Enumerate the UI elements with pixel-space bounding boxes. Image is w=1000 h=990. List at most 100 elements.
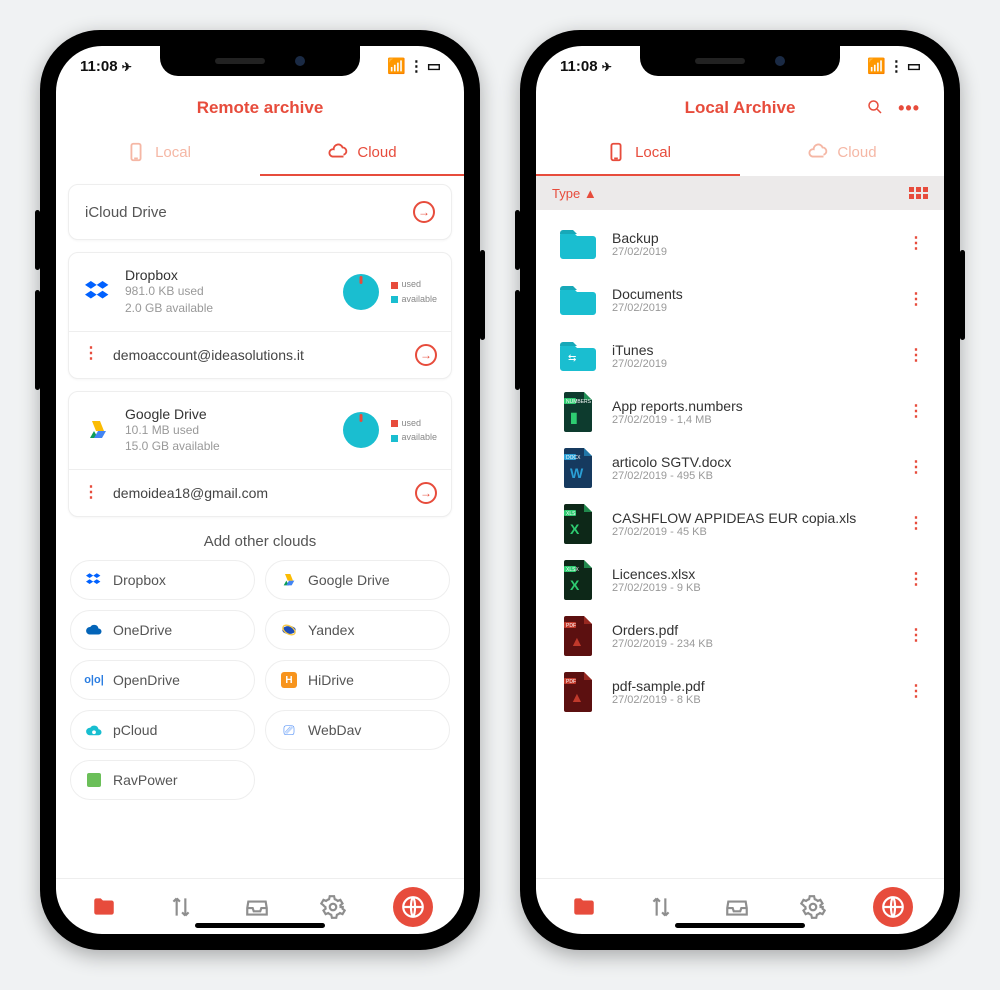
- tab-local[interactable]: Local: [536, 130, 740, 176]
- file-row[interactable]: XXLSXLicences.xlsx27/02/2019 - 9 KB⋮: [536, 552, 944, 608]
- svg-text:NUMBERS: NUMBERS: [566, 399, 592, 405]
- row-more-icon[interactable]: ⋮: [908, 409, 924, 415]
- file-name: Orders.pdf: [612, 622, 894, 638]
- webdav-icon: ⎚: [280, 721, 298, 739]
- file-icon: WDOCX: [558, 448, 598, 488]
- file-meta: 27/02/2019 - 234 KB: [612, 638, 894, 650]
- chip-label: HiDrive: [308, 672, 354, 688]
- file-row[interactable]: ▮NUMBERSApp reports.numbers27/02/2019 - …: [536, 384, 944, 440]
- hidrive-icon: H: [280, 671, 298, 689]
- row-more-icon[interactable]: ⋮: [908, 521, 924, 527]
- more-icon[interactable]: ⋮: [83, 490, 99, 496]
- chip-label: RavPower: [113, 772, 178, 788]
- file-row[interactable]: ▲PDFOrders.pdf27/02/2019 - 234 KB⋮: [536, 608, 944, 664]
- tab-inbox[interactable]: [720, 890, 754, 924]
- row-more-icon[interactable]: ⋮: [908, 689, 924, 695]
- usage-legend: used available: [391, 277, 437, 306]
- usage-donut-icon: [343, 274, 379, 310]
- add-cloud-pcloud[interactable]: pCloud: [70, 710, 255, 750]
- header: Local Archive •••: [536, 86, 944, 130]
- add-cloud-hidrive[interactable]: H HiDrive: [265, 660, 450, 700]
- usage-legend: used available: [391, 416, 437, 445]
- tab-local[interactable]: Local: [56, 130, 260, 176]
- file-icon: ▮NUMBERS: [558, 392, 598, 432]
- icloud-drive-row[interactable]: iCloud Drive →: [68, 184, 452, 240]
- file-icon: XXLSX: [558, 560, 598, 600]
- home-indicator[interactable]: [675, 923, 805, 928]
- signal-icon: 📶: [387, 57, 405, 75]
- row-more-icon[interactable]: ⋮: [908, 241, 924, 247]
- tab-transfers[interactable]: [164, 890, 198, 924]
- add-cloud-yandex[interactable]: Yandex: [265, 610, 450, 650]
- file-meta: 27/02/2019: [612, 246, 894, 258]
- svg-text:XLSX: XLSX: [566, 567, 579, 573]
- file-row[interactable]: ▲PDFpdf-sample.pdf27/02/2019 - 8 KB⋮: [536, 664, 944, 720]
- add-cloud-webdav[interactable]: ⎚ WebDav: [265, 710, 450, 750]
- chip-label: Yandex: [308, 622, 354, 638]
- notch: [640, 46, 840, 76]
- service-available: 2.0 GB available: [125, 300, 331, 317]
- tab-files[interactable]: [567, 890, 601, 924]
- cloud-service-gdrive[interactable]: Google Drive 10.1 MB used 15.0 GB availa…: [68, 391, 452, 518]
- cloud-icon: [327, 141, 349, 163]
- go-icon[interactable]: →: [415, 344, 437, 366]
- service-account: demoidea18@gmail.com: [113, 485, 401, 501]
- file-row[interactable]: Documents27/02/2019⋮: [536, 272, 944, 328]
- dropbox-icon: [85, 571, 103, 589]
- more-icon[interactable]: ⋮: [83, 351, 99, 357]
- tab-cloud[interactable]: Cloud: [740, 130, 944, 176]
- tab-browser[interactable]: [393, 887, 433, 927]
- go-icon[interactable]: →: [413, 201, 435, 223]
- file-name: Backup: [612, 230, 894, 246]
- grid-view-icon[interactable]: [909, 187, 928, 199]
- phone-icon: [605, 141, 627, 163]
- tab-settings[interactable]: [316, 890, 350, 924]
- row-more-icon[interactable]: ⋮: [908, 297, 924, 303]
- add-cloud-dropbox[interactable]: Dropbox: [70, 560, 255, 600]
- folder-icon: ⇆: [558, 336, 598, 376]
- tab-settings[interactable]: [796, 890, 830, 924]
- yandex-icon: [280, 621, 298, 639]
- phone-frame-remote: 11:08 ✈ 📶 ⋮ ▭ Remote archive Local Cloud…: [40, 30, 480, 950]
- battery-icon: ▭: [907, 57, 920, 75]
- file-row[interactable]: XXLSCASHFLOW APPIDEAS EUR copia.xls27/02…: [536, 496, 944, 552]
- add-cloud-gdrive[interactable]: Google Drive: [265, 560, 450, 600]
- tab-transfers[interactable]: [644, 890, 678, 924]
- chip-label: WebDav: [308, 722, 361, 738]
- tab-inbox[interactable]: [240, 890, 274, 924]
- home-indicator[interactable]: [195, 923, 325, 928]
- segment-tabs: Local Cloud: [56, 130, 464, 176]
- usage-donut-icon: [343, 412, 379, 448]
- tab-browser[interactable]: [873, 887, 913, 927]
- row-more-icon[interactable]: ⋮: [908, 633, 924, 639]
- header: Remote archive: [56, 86, 464, 130]
- row-more-icon[interactable]: ⋮: [908, 577, 924, 583]
- svg-text:⇆: ⇆: [568, 353, 576, 364]
- service-available: 15.0 GB available: [125, 438, 331, 455]
- notch: [160, 46, 360, 76]
- service-name: Dropbox: [125, 267, 331, 283]
- sort-bar[interactable]: Type ▲: [536, 176, 944, 210]
- row-more-icon[interactable]: ⋮: [908, 465, 924, 471]
- add-cloud-onedrive[interactable]: OneDrive: [70, 610, 255, 650]
- file-row[interactable]: ⇆iTunes27/02/2019⋮: [536, 328, 944, 384]
- search-icon[interactable]: [866, 98, 884, 121]
- svg-text:▲: ▲: [570, 633, 584, 649]
- file-row[interactable]: WDOCXarticolo SGTV.docx27/02/2019 - 495 …: [536, 440, 944, 496]
- file-meta: 27/02/2019: [612, 358, 894, 370]
- cloud-service-dropbox[interactable]: Dropbox 981.0 KB used 2.0 GB available u…: [68, 252, 452, 379]
- folder-icon: [558, 224, 598, 264]
- file-icon: ▲PDF: [558, 672, 598, 712]
- file-row[interactable]: Backup27/02/2019 ⋮: [536, 216, 944, 272]
- tab-cloud[interactable]: Cloud: [260, 130, 464, 176]
- battery-icon: ▭: [427, 57, 440, 75]
- service-used: 10.1 MB used: [125, 422, 331, 439]
- status-time: 11:08: [560, 58, 598, 75]
- go-icon[interactable]: →: [415, 482, 437, 504]
- tab-files[interactable]: [87, 890, 121, 924]
- more-icon[interactable]: •••: [898, 98, 920, 119]
- add-cloud-opendrive[interactable]: o|o|OpenDrive: [70, 660, 255, 700]
- pcloud-icon: [85, 721, 103, 739]
- add-cloud-ravpower[interactable]: RavPower: [70, 760, 255, 800]
- row-more-icon[interactable]: ⋮: [908, 353, 924, 359]
